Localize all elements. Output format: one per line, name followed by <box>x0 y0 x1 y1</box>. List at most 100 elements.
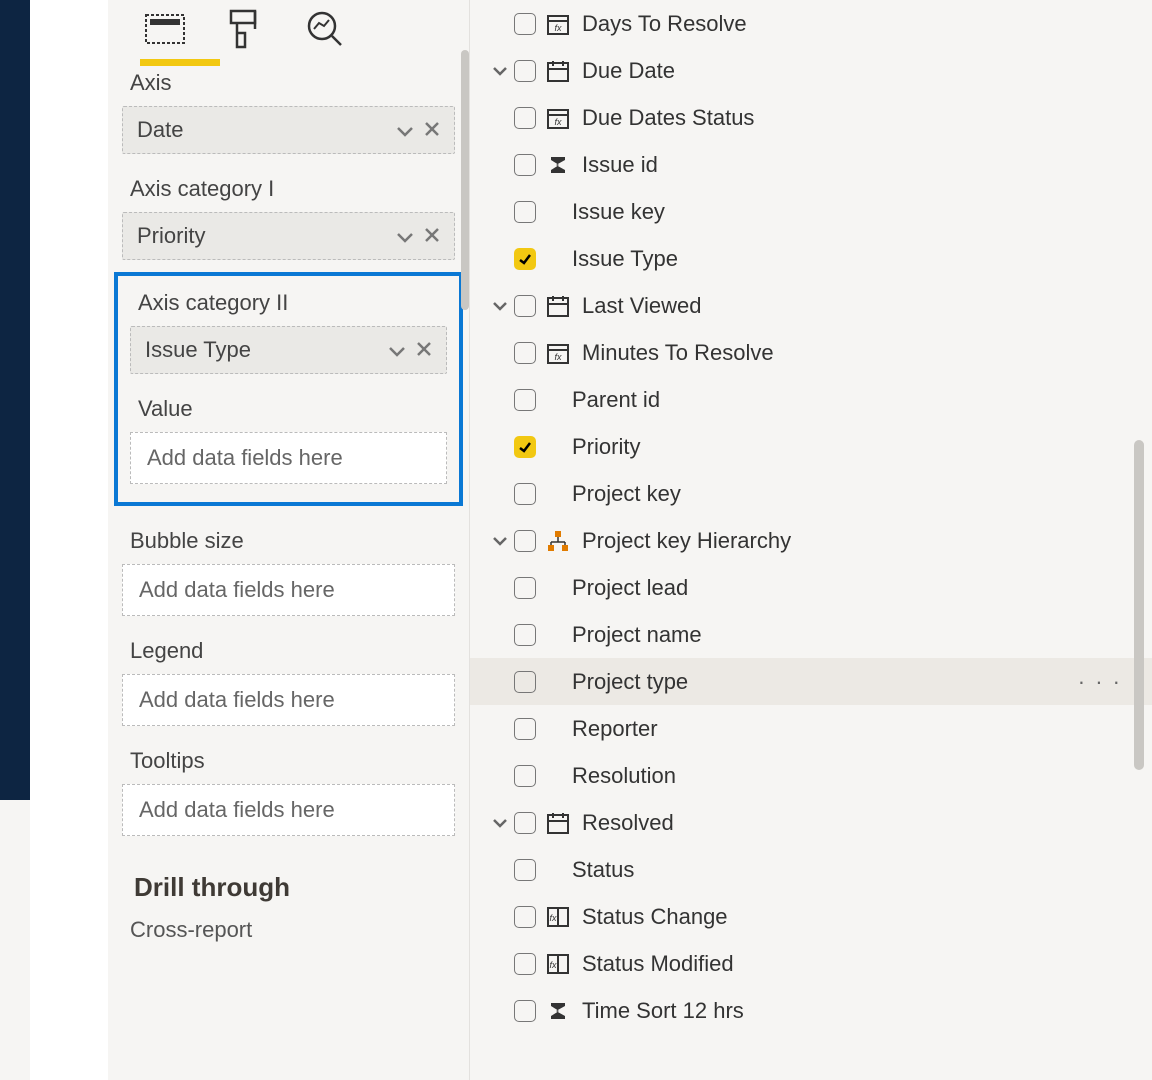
field-row[interactable]: Project type· · · <box>470 658 1152 705</box>
field-row[interactable]: Priority <box>470 423 1152 470</box>
field-row[interactable]: Project key <box>470 470 1152 517</box>
value-drop-well[interactable]: Add data fields here <box>130 432 447 484</box>
field-row[interactable]: Time Sort 12 hrs <box>470 987 1152 1034</box>
field-checkbox[interactable] <box>514 624 536 646</box>
field-row[interactable]: Resolved <box>470 799 1152 846</box>
field-row[interactable]: Issue id <box>470 141 1152 188</box>
field-checkbox[interactable] <box>514 953 536 975</box>
dayscalc-icon: fx <box>544 341 572 365</box>
scrollbar-thumb[interactable] <box>1134 440 1144 770</box>
field-row[interactable]: Project name <box>470 611 1152 658</box>
field-row[interactable]: Last Viewed <box>470 282 1152 329</box>
more-icon[interactable]: · · · <box>1078 669 1122 695</box>
field-checkbox[interactable] <box>514 671 536 693</box>
chevron-down-icon[interactable] <box>388 337 406 363</box>
field-row[interactable]: Parent id <box>470 376 1152 423</box>
field-row[interactable]: fx Minutes To Resolve <box>470 329 1152 376</box>
cross-report-label: Cross-report <box>130 917 463 943</box>
expand-icon[interactable] <box>486 817 514 829</box>
field-checkbox[interactable] <box>514 859 536 881</box>
field-label: Resolution <box>572 763 676 789</box>
field-label: Project key <box>572 481 681 507</box>
field-row[interactable]: fxDays To Resolve <box>470 0 1152 47</box>
field-row[interactable]: Project key Hierarchy <box>470 517 1152 564</box>
field-checkbox[interactable] <box>514 107 536 129</box>
field-checkbox[interactable] <box>514 295 536 317</box>
expand-icon[interactable] <box>486 535 514 547</box>
dayscalc-icon: fx <box>544 106 572 130</box>
field-checkbox[interactable] <box>514 201 536 223</box>
field-row[interactable]: Reporter <box>470 705 1152 752</box>
field-checkbox[interactable] <box>514 483 536 505</box>
field-checkbox[interactable] <box>514 389 536 411</box>
well-label: Legend <box>130 638 463 664</box>
field-checkbox[interactable] <box>514 765 536 787</box>
field-label: Minutes To Resolve <box>582 340 774 366</box>
field-row[interactable]: fxStatus Modified <box>470 940 1152 987</box>
field-checkbox[interactable] <box>514 718 536 740</box>
field-checkbox[interactable] <box>514 60 536 82</box>
field-label: Project name <box>572 622 702 648</box>
field-label: Last Viewed <box>582 293 701 319</box>
field-checkbox[interactable] <box>514 342 536 364</box>
calendar-icon <box>544 59 572 83</box>
svg-text:fx: fx <box>554 352 562 362</box>
close-icon[interactable] <box>424 223 440 249</box>
well-label: Axis <box>130 70 463 96</box>
field-label: Days To Resolve <box>582 11 747 37</box>
field-checkbox[interactable] <box>514 1000 536 1022</box>
expand-icon[interactable] <box>486 300 514 312</box>
close-icon[interactable] <box>416 337 432 363</box>
field-row[interactable]: Due Date <box>470 47 1152 94</box>
expand-icon[interactable] <box>486 65 514 77</box>
field-checkbox[interactable] <box>514 436 536 458</box>
field-label: Reporter <box>572 716 658 742</box>
field-label: Status <box>572 857 634 883</box>
format-tab-icon[interactable] <box>224 8 266 50</box>
field-label: Project lead <box>572 575 688 601</box>
viz-tabs <box>114 8 463 50</box>
field-row[interactable]: fxStatus Change <box>470 893 1152 940</box>
drill-through-heading: Drill through <box>134 872 463 903</box>
well-label: Tooltips <box>130 748 463 774</box>
chevron-down-icon[interactable] <box>396 117 414 143</box>
field-checkbox[interactable] <box>514 906 536 928</box>
field-checkbox[interactable] <box>514 577 536 599</box>
chevron-down-icon[interactable] <box>396 223 414 249</box>
svg-text:fx: fx <box>554 117 562 127</box>
field-checkbox[interactable] <box>514 530 536 552</box>
field-row[interactable]: fx Due Dates Status <box>470 94 1152 141</box>
field-name: Issue Type <box>145 337 251 363</box>
field-name: Priority <box>137 223 205 249</box>
field-label: Priority <box>572 434 640 460</box>
value-label: Value <box>138 396 455 422</box>
field-label: Parent id <box>572 387 660 413</box>
field-pill[interactable]: Priority <box>122 212 455 260</box>
analytics-tab-icon[interactable] <box>304 8 346 50</box>
field-pill[interactable]: Date <box>122 106 455 154</box>
field-row[interactable]: Issue key <box>470 188 1152 235</box>
field-row[interactable]: Issue Type <box>470 235 1152 282</box>
field-checkbox[interactable] <box>514 248 536 270</box>
field-checkbox[interactable] <box>514 13 536 35</box>
sigma-icon <box>544 154 572 176</box>
field-row[interactable]: Resolution <box>470 752 1152 799</box>
fields-tab-icon[interactable] <box>144 8 186 50</box>
drop-well[interactable]: Add data fields here <box>122 784 455 836</box>
calccol-icon: fx <box>544 952 572 976</box>
drop-well[interactable]: Add data fields here <box>122 674 455 726</box>
sub-rail <box>30 0 108 1080</box>
fields-pane: fxDays To ResolveDue DatefxDue Dates Sta… <box>470 0 1152 1080</box>
scrollbar-thumb[interactable] <box>461 50 469 310</box>
field-checkbox[interactable] <box>514 812 536 834</box>
field-row[interactable]: Status <box>470 846 1152 893</box>
field-label: Resolved <box>582 810 674 836</box>
field-checkbox[interactable] <box>514 154 536 176</box>
drop-well[interactable]: Add data fields here <box>122 564 455 616</box>
field-row[interactable]: Project lead <box>470 564 1152 611</box>
calendar-icon <box>544 811 572 835</box>
axis-cat2-field-pill[interactable]: Issue Type <box>130 326 447 374</box>
field-label: Due Dates Status <box>582 105 754 131</box>
highlighted-box: Axis category II Issue Type Value Add da… <box>114 272 463 506</box>
close-icon[interactable] <box>424 117 440 143</box>
